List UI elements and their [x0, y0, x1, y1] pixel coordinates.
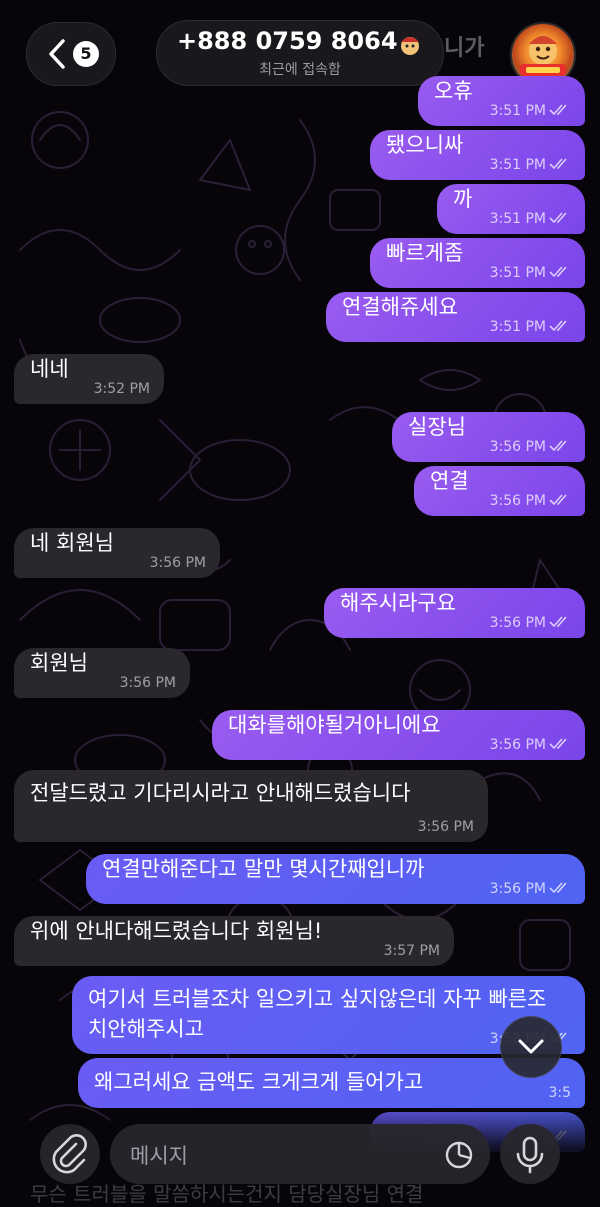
message-time: 3:56 PM	[119, 675, 176, 691]
message-bubble-outgoing[interactable]: 됐으니싸 3:51 PM	[370, 130, 585, 180]
message-bubble-incoming[interactable]: 위에 안내다해드렸습니다 회원님! 3:57 PM	[14, 916, 454, 966]
message-meta: 3:56 PM	[490, 493, 571, 509]
message-text: 전달드렸고 기다리시라고 안내해드렸습니다	[30, 781, 411, 805]
message-bubble-outgoing[interactable]: 연결 3:56 PM	[414, 466, 585, 516]
double-check-icon	[549, 266, 567, 278]
message-time: 3:56 PM	[489, 737, 546, 753]
chevron-down-icon	[518, 1039, 544, 1054]
sticker-icon[interactable]	[444, 1140, 474, 1170]
message-meta: 3:56 PM	[490, 881, 571, 897]
double-check-icon	[549, 158, 567, 170]
message-bubble-outgoing[interactable]: 해주시라구요 3:56 PM	[324, 588, 585, 638]
message-text: 위에 안내다해드렸습니다 회원님!	[30, 919, 323, 943]
emoji-status-icon	[401, 37, 419, 55]
message-meta: 3:51 PM	[490, 157, 571, 173]
message-text: 네 회원님	[30, 531, 114, 555]
message-text: 연결	[430, 469, 469, 493]
message-time: 3:57 PM	[383, 943, 440, 959]
message-text: 연결해쥬세요	[342, 295, 458, 319]
message-time: 3:51 PM	[489, 211, 546, 227]
paperclip-icon	[52, 1134, 87, 1174]
message-bubble-incoming[interactable]: 네네 3:52 PM	[14, 354, 164, 404]
microphone-button[interactable]	[500, 1124, 560, 1184]
double-check-icon	[549, 212, 567, 224]
microphone-icon	[516, 1136, 544, 1174]
double-check-icon	[549, 616, 567, 628]
message-bubble-incoming[interactable]: 회원님 3:56 PM	[14, 648, 190, 698]
double-check-icon	[549, 494, 567, 506]
contact-name: +888 0759 8064	[177, 27, 398, 55]
message-bubble-outgoing[interactable]: 오휴 3:51 PM	[418, 76, 585, 126]
chat-title[interactable]: +888 0759 8064 최근에 접속함	[156, 20, 444, 86]
message-time: 3:56 PM	[149, 555, 206, 571]
message-time: 3:51 PM	[489, 319, 546, 335]
message-meta: 3:51 PM	[490, 103, 571, 119]
message-text: 네네	[30, 357, 69, 381]
message-time: 3:51 PM	[489, 265, 546, 281]
back-button[interactable]: 5	[26, 22, 116, 86]
double-check-icon	[549, 440, 567, 452]
unread-count-badge: 5	[73, 41, 99, 67]
message-bubble-outgoing[interactable]: 연결만해준다고 말만 몇시간째입니까 3:56 PM	[86, 854, 585, 904]
message-meta: 3:51 PM	[490, 319, 571, 335]
message-time: 3:56 PM	[489, 439, 546, 455]
message-bubble-outgoing[interactable]: 대화를해야될거아니에요 3:56 PM	[212, 710, 585, 760]
double-check-icon	[549, 882, 567, 894]
message-text: 대화를해야될거아니에요	[228, 713, 441, 737]
message-time: 3:56 PM	[489, 881, 546, 897]
message-time: 3:56 PM	[489, 493, 546, 509]
message-time: 3:56 PM	[417, 819, 474, 835]
message-bubble-outgoing[interactable]: 실장님 3:56 PM	[392, 412, 585, 462]
message-time: 3:51 PM	[489, 157, 546, 173]
message-bubble-incoming[interactable]: 전달드렸고 기다리시라고 안내해드렸습니다 3:56 PM	[14, 770, 488, 842]
chevron-left-icon	[49, 39, 65, 69]
attach-button[interactable]	[40, 1124, 100, 1184]
message-time: 3:56 PM	[489, 615, 546, 631]
double-check-icon	[549, 738, 567, 750]
message-meta: 3:56 PM	[490, 439, 571, 455]
message-input[interactable]: 메시지	[110, 1124, 490, 1184]
message-time: 3:52 PM	[93, 381, 150, 397]
message-time: 3:5	[548, 1085, 571, 1101]
message-time: 3:51 PM	[489, 103, 546, 119]
message-meta: 3:56 PM	[490, 737, 571, 753]
message-bubble-outgoing[interactable]: 까 3:51 PM	[437, 184, 585, 234]
message-meta: 3:51 PM	[490, 211, 571, 227]
message-text: 빠르게좀	[386, 241, 464, 265]
message-input-placeholder: 메시지	[130, 1144, 188, 1168]
message-bubble-outgoing[interactable]: 빠르게좀 3:51 PM	[370, 238, 585, 288]
message-text: 됐으니싸	[386, 133, 464, 157]
message-text: 여기서 트러블조차 일으키고 싶지않은데 자꾸 빠른조치안해주시고	[88, 987, 547, 1041]
message-text: 오휴	[434, 79, 473, 103]
message-meta: 3:56 PM	[490, 615, 571, 631]
double-check-icon	[549, 104, 567, 116]
message-text: 연결만해준다고 말만 몇시간째입니까	[102, 857, 425, 881]
message-bubble-outgoing[interactable]: 연결해쥬세요 3:51 PM	[326, 292, 585, 342]
message-text: 까	[453, 187, 473, 211]
last-seen-status: 최근에 접속함	[259, 62, 341, 78]
header-peek-text: 니가	[444, 36, 485, 61]
message-text: 회원님	[30, 651, 88, 675]
scroll-to-bottom-button[interactable]	[500, 1016, 562, 1078]
message-text: 실장님	[408, 415, 466, 439]
message-bubble-incoming[interactable]: 네 회원님 3:56 PM	[14, 528, 220, 578]
message-text: 왜그러세요 금액도 크게크게 들어가고	[94, 1070, 424, 1094]
message-meta: 3:51 PM	[490, 265, 571, 281]
message-text: 해주시라구요	[340, 591, 456, 615]
double-check-icon	[549, 320, 567, 332]
